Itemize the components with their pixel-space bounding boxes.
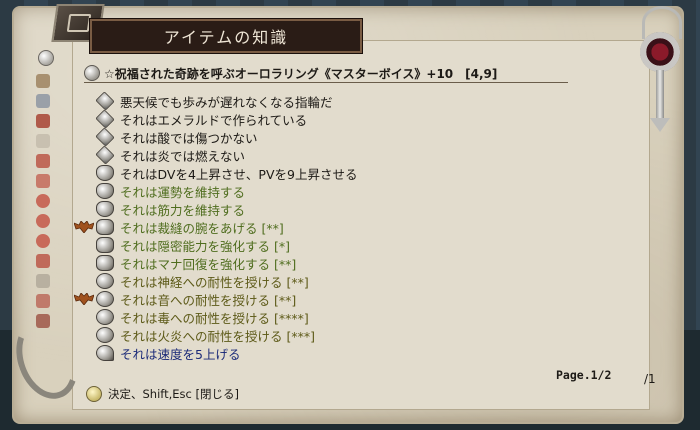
property-row: それは速度を5上げる xyxy=(72,344,632,362)
property-row: それは筋力を維持する xyxy=(72,200,632,218)
property-text: それは火炎への耐性を授ける [***] xyxy=(120,328,315,344)
property-text: それは運勢を維持する xyxy=(120,184,246,200)
property-text: それは隠密能力を強化する [*] xyxy=(120,238,290,254)
ornament-ring-icon xyxy=(640,32,680,72)
property-text: それはエメラルドで作られている xyxy=(120,112,308,128)
row-marker-slot xyxy=(72,128,96,146)
gear-icon xyxy=(96,255,114,271)
footer-hint: 決定、Shift,Esc [閉じる] xyxy=(86,386,239,402)
property-text: それは炎では燃えない xyxy=(120,148,246,164)
sidebar-bag-icon[interactable] xyxy=(36,274,50,288)
row-marker-slot xyxy=(72,164,96,182)
sidebar-star-icon[interactable] xyxy=(36,94,50,108)
row-marker-slot xyxy=(72,146,96,164)
property-row: それはマナ回復を強化する [**] xyxy=(72,254,632,272)
row-marker-slot xyxy=(72,182,96,200)
property-row: それはDVを4上昇させ、PVを9上昇させる xyxy=(72,164,632,182)
property-row: それは酸では傷つかない xyxy=(72,127,632,147)
property-row: それは炎では燃えない xyxy=(72,145,632,165)
row-marker-slot xyxy=(72,344,96,362)
property-text: それは毒への耐性を授ける [****] xyxy=(120,310,309,326)
orb-icon xyxy=(96,327,114,343)
property-text: 悪天候でも歩みが遅れなくなる指輪だ xyxy=(120,94,333,110)
diamond-icon xyxy=(95,91,115,111)
property-row: それは毒への耐性を授ける [****] xyxy=(72,308,632,326)
sidebar-cloak-icon[interactable] xyxy=(36,114,50,128)
property-row: それはエメラルドで作られている xyxy=(72,109,632,129)
orb-icon xyxy=(96,291,114,307)
sidebar-amulet-icon[interactable] xyxy=(36,234,50,248)
hint-bulb-icon xyxy=(86,386,102,402)
property-row: それは隠密能力を強化する [*] xyxy=(72,236,632,254)
bat-icon xyxy=(72,290,96,308)
footer-hint-text: 決定、Shift,Esc [閉じる] xyxy=(108,387,240,401)
shield-icon xyxy=(96,183,114,199)
row-marker-slot xyxy=(72,272,96,290)
row-marker-slot xyxy=(72,110,96,128)
row-marker-slot xyxy=(72,92,96,110)
orb-icon xyxy=(96,273,114,289)
diamond-icon xyxy=(95,109,115,129)
shield-icon xyxy=(96,165,114,181)
window-title: アイテムの知識 xyxy=(90,19,362,53)
row-marker-slot xyxy=(72,236,96,254)
gear-icon xyxy=(96,219,114,235)
property-text: それは神経への耐性を授ける [**] xyxy=(120,274,309,290)
sidebar-ring-icon[interactable] xyxy=(36,194,50,208)
property-text: それは裁縫の腕をあげる [**] xyxy=(120,220,284,236)
shield-icon xyxy=(96,201,114,217)
orb-icon xyxy=(96,309,114,325)
row-marker-slot xyxy=(72,200,96,218)
property-list: 悪天候でも歩みが遅れなくなる指輪だ それはエメラルドで作られている それは酸では傷つ… xyxy=(72,91,632,362)
diamond-icon xyxy=(95,145,115,165)
sidebar-shoe-icon[interactable] xyxy=(36,294,50,308)
property-text: それはDVを4上昇させ、PVを9上昇させる xyxy=(120,166,358,182)
property-text: それは音への耐性を授ける [**] xyxy=(120,292,297,308)
gear-icon xyxy=(96,237,114,253)
row-marker-slot xyxy=(72,326,96,344)
ornament-tip-icon xyxy=(650,118,670,132)
header-divider xyxy=(84,82,568,83)
sidebar-belt-icon[interactable] xyxy=(36,254,50,268)
item-gem-icon xyxy=(84,65,100,81)
property-text: それは酸では傷つかない xyxy=(120,130,258,146)
page-extra: /1 xyxy=(644,372,656,386)
property-row: それは火炎への耐性を授ける [***] xyxy=(72,326,632,344)
key-icon xyxy=(96,345,114,361)
property-row: それは運勢を維持する xyxy=(72,182,632,200)
item-name-row: ☆祝福された奇跡を呼ぶオーロラリング《マスターボイス》+10 [4,9] xyxy=(84,64,497,82)
ornament-staff-icon xyxy=(656,70,664,122)
bat-icon xyxy=(72,218,96,236)
property-text: それは速度を5上げる xyxy=(120,346,241,362)
sidebar-arm-icon[interactable] xyxy=(36,154,50,168)
property-text: それはマナ回復を強化する [**] xyxy=(120,256,297,272)
item-name: ☆祝福された奇跡を呼ぶオーロラリング《マスターボイス》+10 [4,9] xyxy=(104,66,498,81)
row-marker-slot xyxy=(72,308,96,326)
diamond-icon xyxy=(95,127,115,147)
page-indicator: Page.1/2 xyxy=(556,368,612,382)
sidebar-boot-icon[interactable] xyxy=(36,174,50,188)
property-row: それは裁縫の腕をあげる [**] xyxy=(72,218,632,236)
property-row: 悪天候でも歩みが遅れなくなる指輪だ xyxy=(72,91,632,111)
sidebar-glove-icon[interactable] xyxy=(36,134,50,148)
property-text: それは筋力を維持する xyxy=(120,202,246,218)
property-row: それは神経への耐性を授ける [**] xyxy=(72,272,632,290)
row-marker-slot xyxy=(72,254,96,272)
sidebar-helm-icon[interactable] xyxy=(36,74,50,88)
property-row: それは音への耐性を授ける [**] xyxy=(72,290,632,308)
sidebar-ring2-icon[interactable] xyxy=(36,214,50,228)
